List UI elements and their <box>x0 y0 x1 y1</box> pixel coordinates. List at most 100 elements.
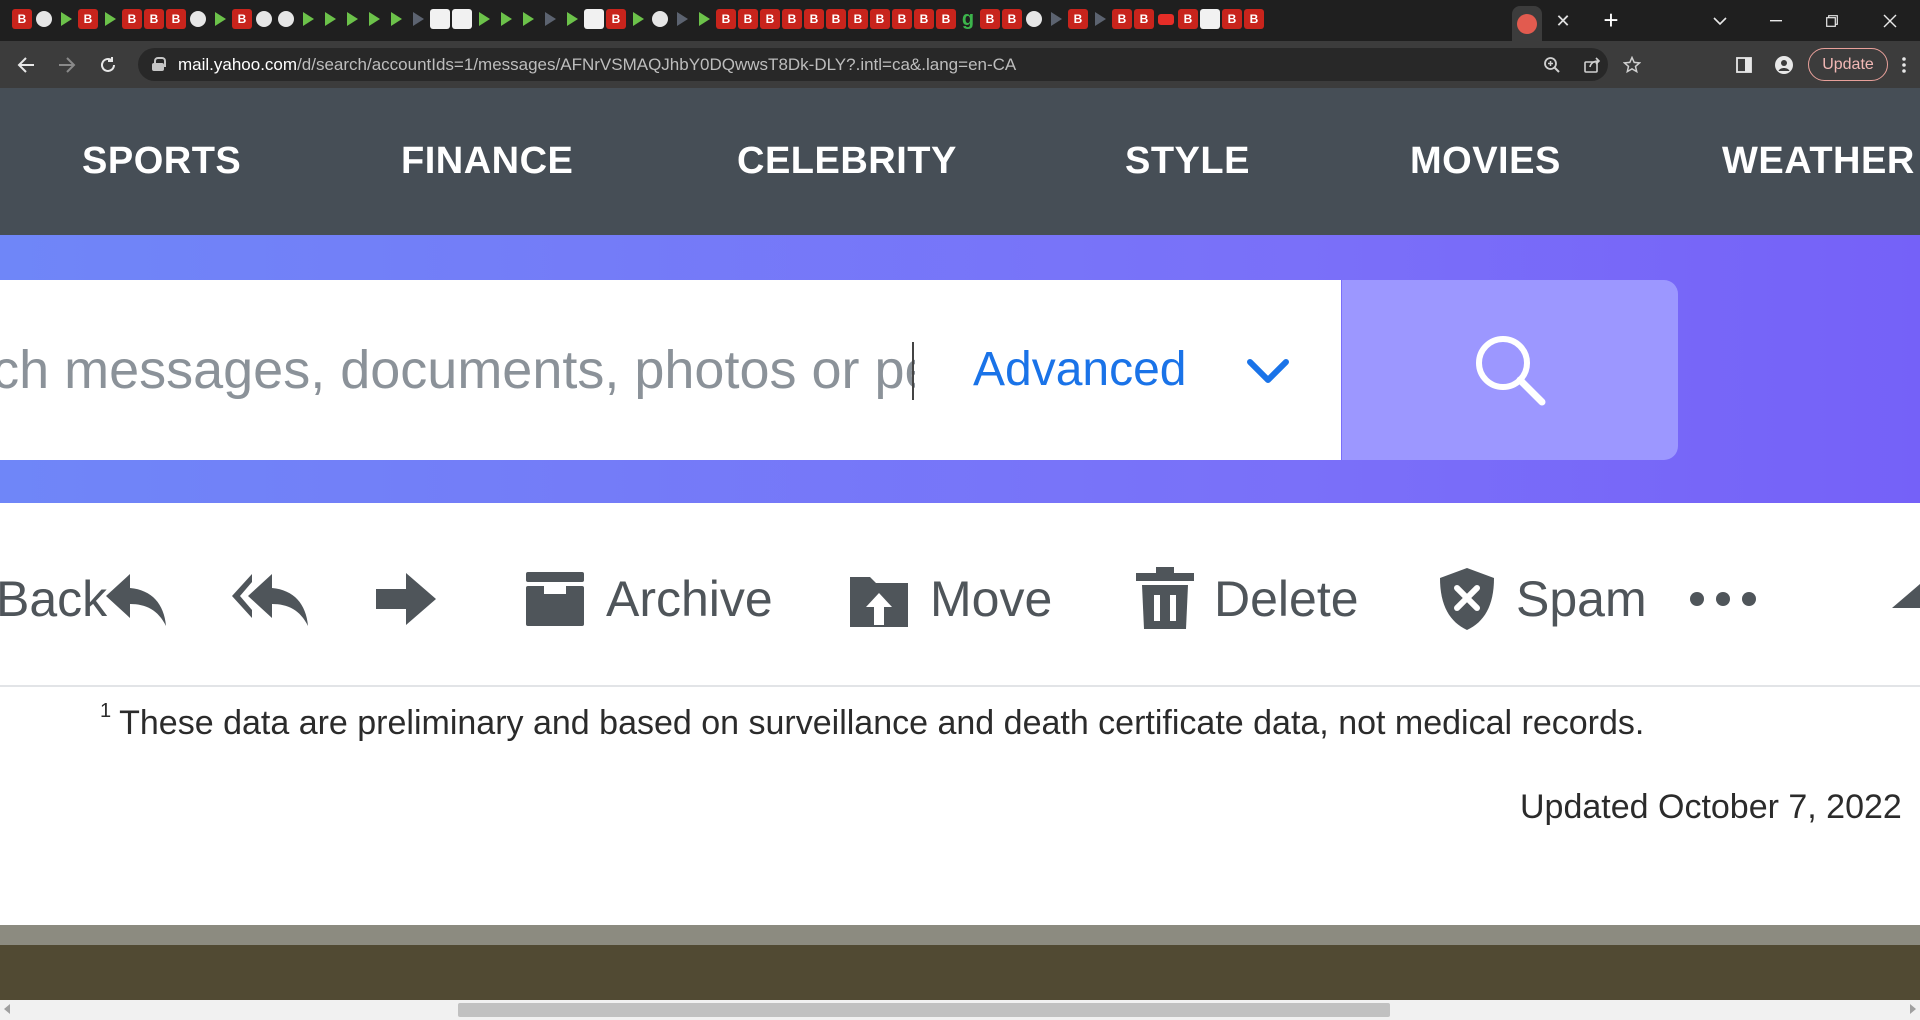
advanced-search-link[interactable]: Advanced <box>973 342 1187 397</box>
tab-favicon-play-icon[interactable] <box>320 9 340 29</box>
back-button[interactable]: Back <box>0 565 107 633</box>
nav-link-finance[interactable]: FINANCE <box>401 140 573 183</box>
address-bar[interactable]: mail.yahoo.com/d/search/accountIds=1/mes… <box>138 48 1641 81</box>
tab-favicon-g-icon[interactable]: g <box>958 9 978 30</box>
tab-favicon-play-icon[interactable] <box>628 9 648 29</box>
tab-favicon-play-icon[interactable] <box>562 9 582 29</box>
tab-favicon-b-icon[interactable]: B <box>826 9 846 29</box>
tab-favicon-b-icon[interactable]: B <box>1244 9 1264 29</box>
back-arrow-icon[interactable] <box>12 51 40 79</box>
restore-button[interactable] <box>1812 8 1852 34</box>
nav-link-celebrity[interactable]: CELEBRITY <box>737 140 957 183</box>
tab-favicon-globe-icon[interactable] <box>36 11 52 27</box>
tab-favicon-b-icon[interactable]: B <box>936 9 956 29</box>
tab-favicon-b-icon[interactable]: B <box>738 9 758 29</box>
tab-favicon-b-icon[interactable]: B <box>782 9 802 29</box>
tab-favicon-b-icon[interactable]: B <box>848 9 868 29</box>
minimize-button[interactable] <box>1756 8 1796 34</box>
horizontal-scrollbar[interactable] <box>0 1000 1920 1020</box>
tab-favicon-b-icon[interactable]: B <box>1222 9 1242 29</box>
tab-favicon-white-icon[interactable] <box>430 9 450 29</box>
share-icon[interactable] <box>1580 53 1604 77</box>
tab-favicon-play2-icon[interactable] <box>540 9 560 29</box>
tab-favicon-globe-icon[interactable] <box>652 11 668 27</box>
tab-favicon-play2-icon[interactable] <box>672 9 692 29</box>
tab-favicon-b-icon[interactable]: B <box>1002 9 1022 29</box>
tab-favicon-b-icon[interactable]: B <box>606 9 626 29</box>
tab-close-icon[interactable]: ✕ <box>1552 10 1574 32</box>
tab-favicon-b-icon[interactable]: B <box>1178 9 1198 29</box>
tab-favicon-play-icon[interactable] <box>496 9 516 29</box>
tab-favicon-globe-icon[interactable] <box>190 11 206 27</box>
reload-icon[interactable] <box>94 51 122 79</box>
tab-favicon-b-icon[interactable]: B <box>760 9 780 29</box>
reply-all-button[interactable] <box>230 565 310 633</box>
tab-favicon-yt-icon[interactable] <box>1156 9 1176 29</box>
tab-favicon-b-icon[interactable]: B <box>1112 9 1132 29</box>
tab-favicon-globe-icon[interactable] <box>1026 11 1042 27</box>
nav-link-movies[interactable]: MOVIES <box>1410 140 1561 183</box>
close-window-button[interactable] <box>1870 8 1910 34</box>
spam-button[interactable]: Spam <box>1438 565 1647 633</box>
tab-favicon-b-icon[interactable]: B <box>980 9 1000 29</box>
nav-link-weather[interactable]: WEATHER <box>1722 140 1915 183</box>
tab-favicon-b-icon[interactable]: B <box>914 9 934 29</box>
chevron-down-icon[interactable] <box>1246 348 1290 392</box>
tab-favicon-b-icon[interactable]: B <box>716 9 736 29</box>
tab-favicon-b-icon[interactable]: B <box>870 9 890 29</box>
reply-button[interactable] <box>102 565 168 633</box>
archive-button[interactable]: Archive <box>524 565 773 633</box>
scrollbar-thumb[interactable] <box>458 1003 1390 1017</box>
scroll-right-arrow-icon[interactable] <box>1910 1004 1916 1014</box>
new-tab-button[interactable]: + <box>1598 7 1624 34</box>
move-button[interactable]: Move <box>848 565 1052 633</box>
lock-icon[interactable] <box>152 57 166 71</box>
tab-favicon-b-icon[interactable]: B <box>144 9 164 29</box>
tab-favicon-white-icon[interactable] <box>452 9 472 29</box>
tab-favicon-b-icon[interactable]: B <box>78 9 98 29</box>
tab-favicon-play-icon[interactable] <box>210 9 230 29</box>
nav-link-sports[interactable]: SPORTS <box>82 140 241 183</box>
forward-arrow-icon[interactable] <box>53 51 81 79</box>
tab-favicon-play-icon[interactable] <box>386 9 406 29</box>
tab-favicon-play-icon[interactable] <box>694 9 714 29</box>
tab-favicon-white-icon[interactable] <box>584 9 604 29</box>
search-input[interactable] <box>0 280 915 460</box>
zoom-icon[interactable] <box>1540 53 1564 77</box>
tab-favicon-play2-icon[interactable] <box>1046 9 1066 29</box>
tab-favicon-b-icon[interactable]: B <box>122 9 142 29</box>
tab-favicon-b-icon[interactable]: B <box>232 9 252 29</box>
profile-avatar-icon[interactable] <box>1770 51 1798 79</box>
tab-favicon-b-icon[interactable]: B <box>12 9 32 29</box>
tab-favicon-play-icon[interactable] <box>518 9 538 29</box>
bookmark-star-icon[interactable] <box>1620 53 1644 77</box>
active-tab[interactable] <box>1512 6 1542 41</box>
tab-favicon-play-icon[interactable] <box>298 9 318 29</box>
tab-favicon-b-icon[interactable]: B <box>1068 9 1088 29</box>
tab-favicon-row[interactable]: BBBBBBBBBBBBBBBBBBgBBBBBBBB <box>12 9 1542 33</box>
more-actions-button[interactable] <box>1688 565 1758 633</box>
tab-favicon-b-icon[interactable]: B <box>1134 9 1154 29</box>
tab-favicon-play2-icon[interactable] <box>408 9 428 29</box>
tab-favicon-b-icon[interactable]: B <box>166 9 186 29</box>
tab-favicon-play-icon[interactable] <box>100 9 120 29</box>
tab-favicon-play-icon[interactable] <box>342 9 362 29</box>
tab-favicon-play2-icon[interactable] <box>1090 9 1110 29</box>
nav-link-style[interactable]: STYLE <box>1125 140 1250 183</box>
side-panel-icon[interactable] <box>1730 51 1758 79</box>
search-button[interactable] <box>1342 280 1678 460</box>
tab-favicon-play-icon[interactable] <box>474 9 494 29</box>
tab-favicon-globe-icon[interactable] <box>278 11 294 27</box>
tab-search-chevron-icon[interactable] <box>1700 8 1740 34</box>
delete-button[interactable]: Delete <box>1136 565 1359 633</box>
scroll-left-arrow-icon[interactable] <box>4 1004 10 1014</box>
tab-favicon-b-icon[interactable]: B <box>804 9 824 29</box>
tab-favicon-b-icon[interactable]: B <box>892 9 912 29</box>
update-button[interactable]: Update <box>1808 48 1888 81</box>
tab-favicon-play-icon[interactable] <box>56 9 76 29</box>
tab-favicon-play-icon[interactable] <box>364 9 384 29</box>
forward-button[interactable] <box>372 565 438 633</box>
tab-favicon-white-icon[interactable] <box>1200 9 1220 29</box>
scroll-up-button[interactable] <box>1892 565 1920 633</box>
tab-favicon-globe-icon[interactable] <box>256 11 272 27</box>
